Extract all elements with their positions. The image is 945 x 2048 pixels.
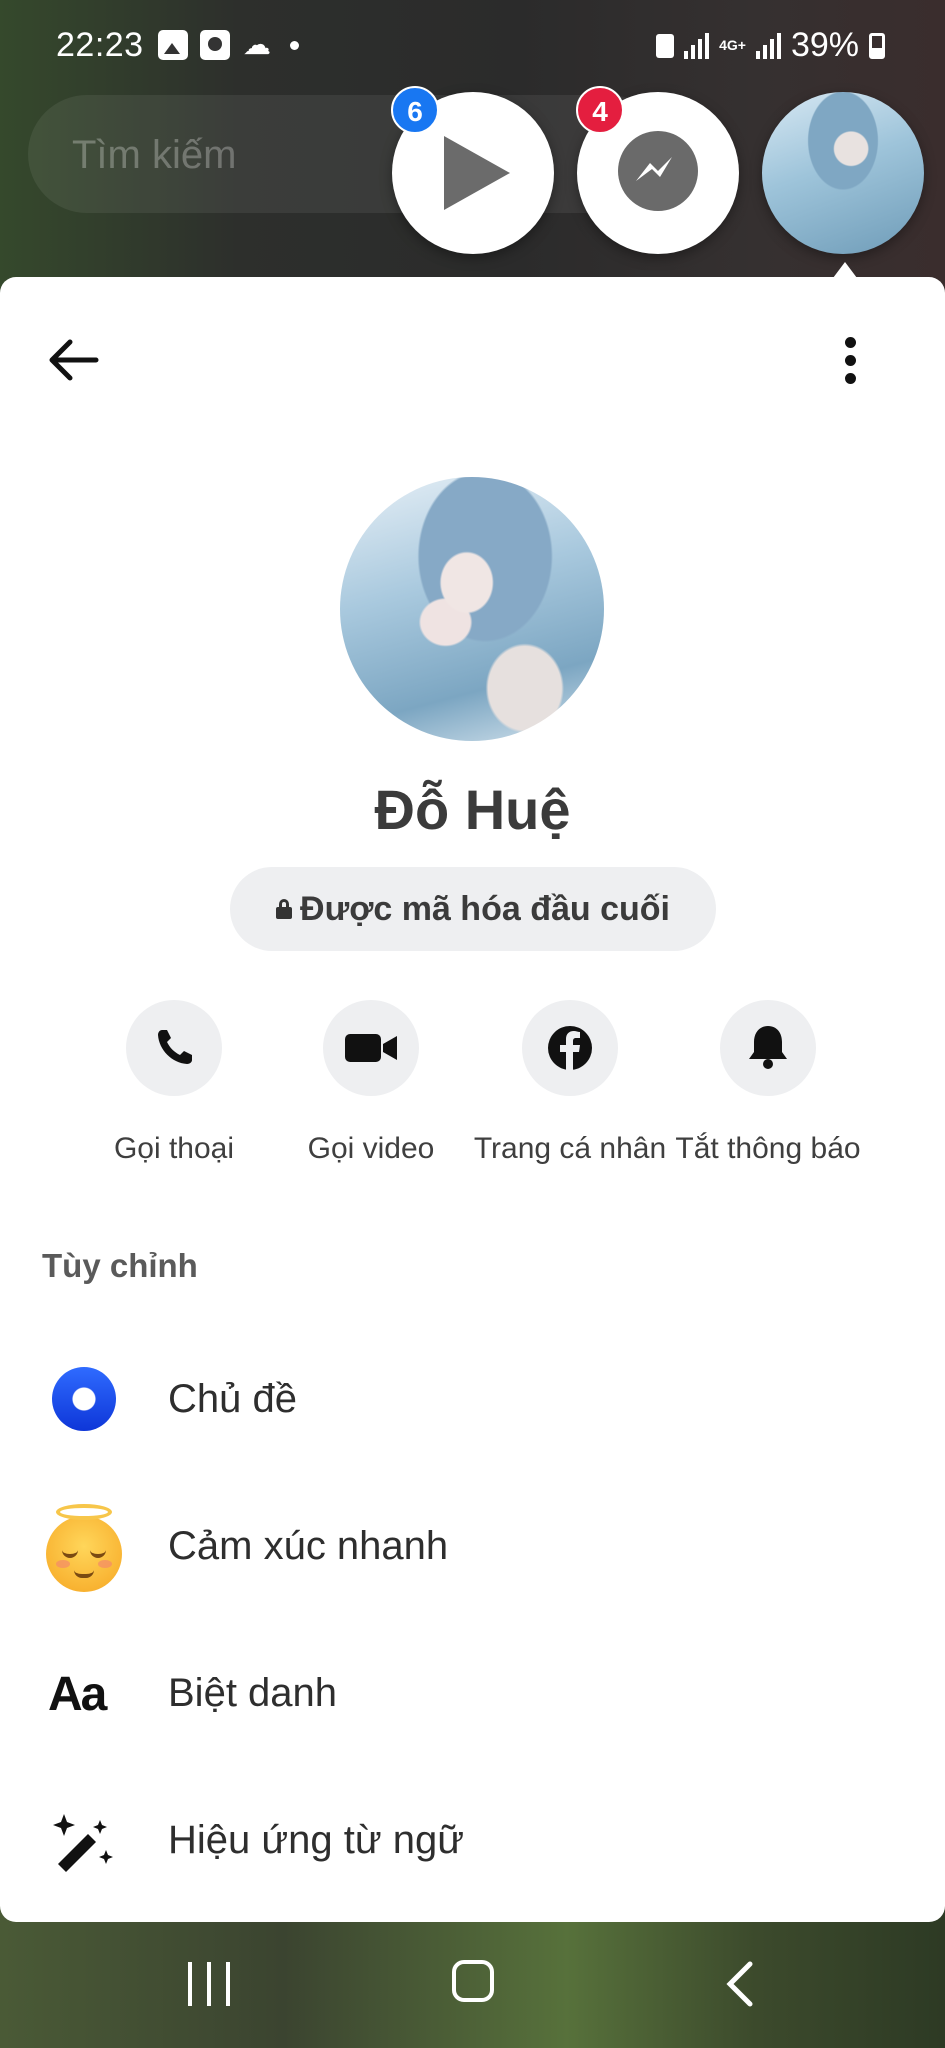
gallery-icon <box>158 30 188 60</box>
search-placeholder: Tìm kiếm <box>72 133 237 177</box>
facebook-icon <box>522 1000 618 1096</box>
recent-apps-button[interactable] <box>188 1962 230 2006</box>
signal-icon-2 <box>755 32 781 59</box>
menu-item-label: Hiệu ứng từ ngữ <box>168 1818 465 1862</box>
arrow-left-icon <box>49 339 99 381</box>
messenger-icon <box>618 131 698 211</box>
mute-notifications-button[interactable]: Tắt thông báo <box>668 1000 868 1166</box>
menu-item-nickname[interactable]: Aa Biệt danh <box>0 1623 945 1763</box>
back-button[interactable] <box>40 325 110 395</box>
menu-item-label: Biệt danh <box>168 1671 338 1715</box>
more-notifications-dot-icon <box>290 40 299 50</box>
status-time: 22:23 <box>56 26 144 64</box>
emoji-icon <box>44 1504 124 1592</box>
profile-photo[interactable] <box>340 477 604 741</box>
word-effects-icon <box>44 1800 124 1880</box>
back-nav-button[interactable] <box>722 1958 758 2010</box>
more-options-button[interactable] <box>830 325 870 395</box>
mute-notifications-label: Tắt thông báo <box>675 1132 861 1165</box>
video-camera-icon <box>323 1000 419 1096</box>
calendar-icon <box>200 30 230 60</box>
encryption-label: Được mã hóa đầu cuối <box>300 889 670 928</box>
home-button[interactable] <box>452 1960 494 2002</box>
status-system-icons: 4G+ 39% <box>656 26 885 65</box>
contact-chathead[interactable] <box>762 92 924 254</box>
video-call-label: Gọi video <box>307 1132 435 1165</box>
bell-icon <box>720 1000 816 1096</box>
more-dot-icon <box>845 373 856 384</box>
network-type: 4G+ <box>719 37 746 53</box>
nfc-icon <box>656 33 675 58</box>
phone-icon <box>126 1000 222 1096</box>
profile-page-label: Trang cá nhân <box>473 1132 667 1165</box>
menu-item-theme[interactable]: Chủ đề <box>0 1329 945 1469</box>
lock-icon <box>276 899 293 919</box>
more-dot-icon <box>845 355 856 366</box>
menu-item-label: Chủ đề <box>168 1377 297 1421</box>
status-notification-icons: ☁ <box>158 30 299 60</box>
conversation-details-sheet: Đỗ Huệ Được mã hóa đầu cuối Gọi thoại Gọ… <box>0 277 945 1922</box>
video-unread-badge: 6 <box>391 86 439 134</box>
messenger-unread-badge: 4 <box>576 86 624 134</box>
recent-apps-icon <box>188 1962 192 2006</box>
play-icon <box>444 136 510 210</box>
profile-page-button[interactable]: Trang cá nhân <box>470 1000 670 1166</box>
status-bar: 22:23 ☁ 4G+ 39% <box>0 0 945 90</box>
chathead-pointer <box>833 262 857 278</box>
search-bar[interactable]: Tìm kiếm <box>28 95 668 213</box>
battery-icon <box>869 32 885 59</box>
more-dot-icon <box>845 337 856 348</box>
battery-percent: 39% <box>790 26 859 64</box>
encryption-badge[interactable]: Được mã hóa đầu cuối <box>230 867 716 951</box>
menu-item-quick-reaction[interactable]: Cảm xúc nhanh <box>0 1476 945 1616</box>
weather-icon: ☁ <box>243 29 271 60</box>
profile-name: Đỗ Huệ <box>374 778 571 841</box>
voice-call-button[interactable]: Gọi thoại <box>74 1000 274 1166</box>
menu-item-label: Cảm xúc nhanh <box>168 1524 449 1568</box>
video-call-button[interactable]: Gọi video <box>271 1000 471 1166</box>
nickname-icon: Aa <box>48 1668 107 1721</box>
chevron-left-icon <box>726 1961 753 2007</box>
theme-icon <box>44 1359 124 1439</box>
menu-item-word-effects[interactable]: Hiệu ứng từ ngữ <box>0 1770 945 1910</box>
voice-call-label: Gọi thoại <box>113 1132 235 1165</box>
signal-icon <box>684 32 710 59</box>
system-navigation-bar <box>0 1922 945 2048</box>
customize-section-title: Tùy chỉnh <box>42 1247 198 1284</box>
